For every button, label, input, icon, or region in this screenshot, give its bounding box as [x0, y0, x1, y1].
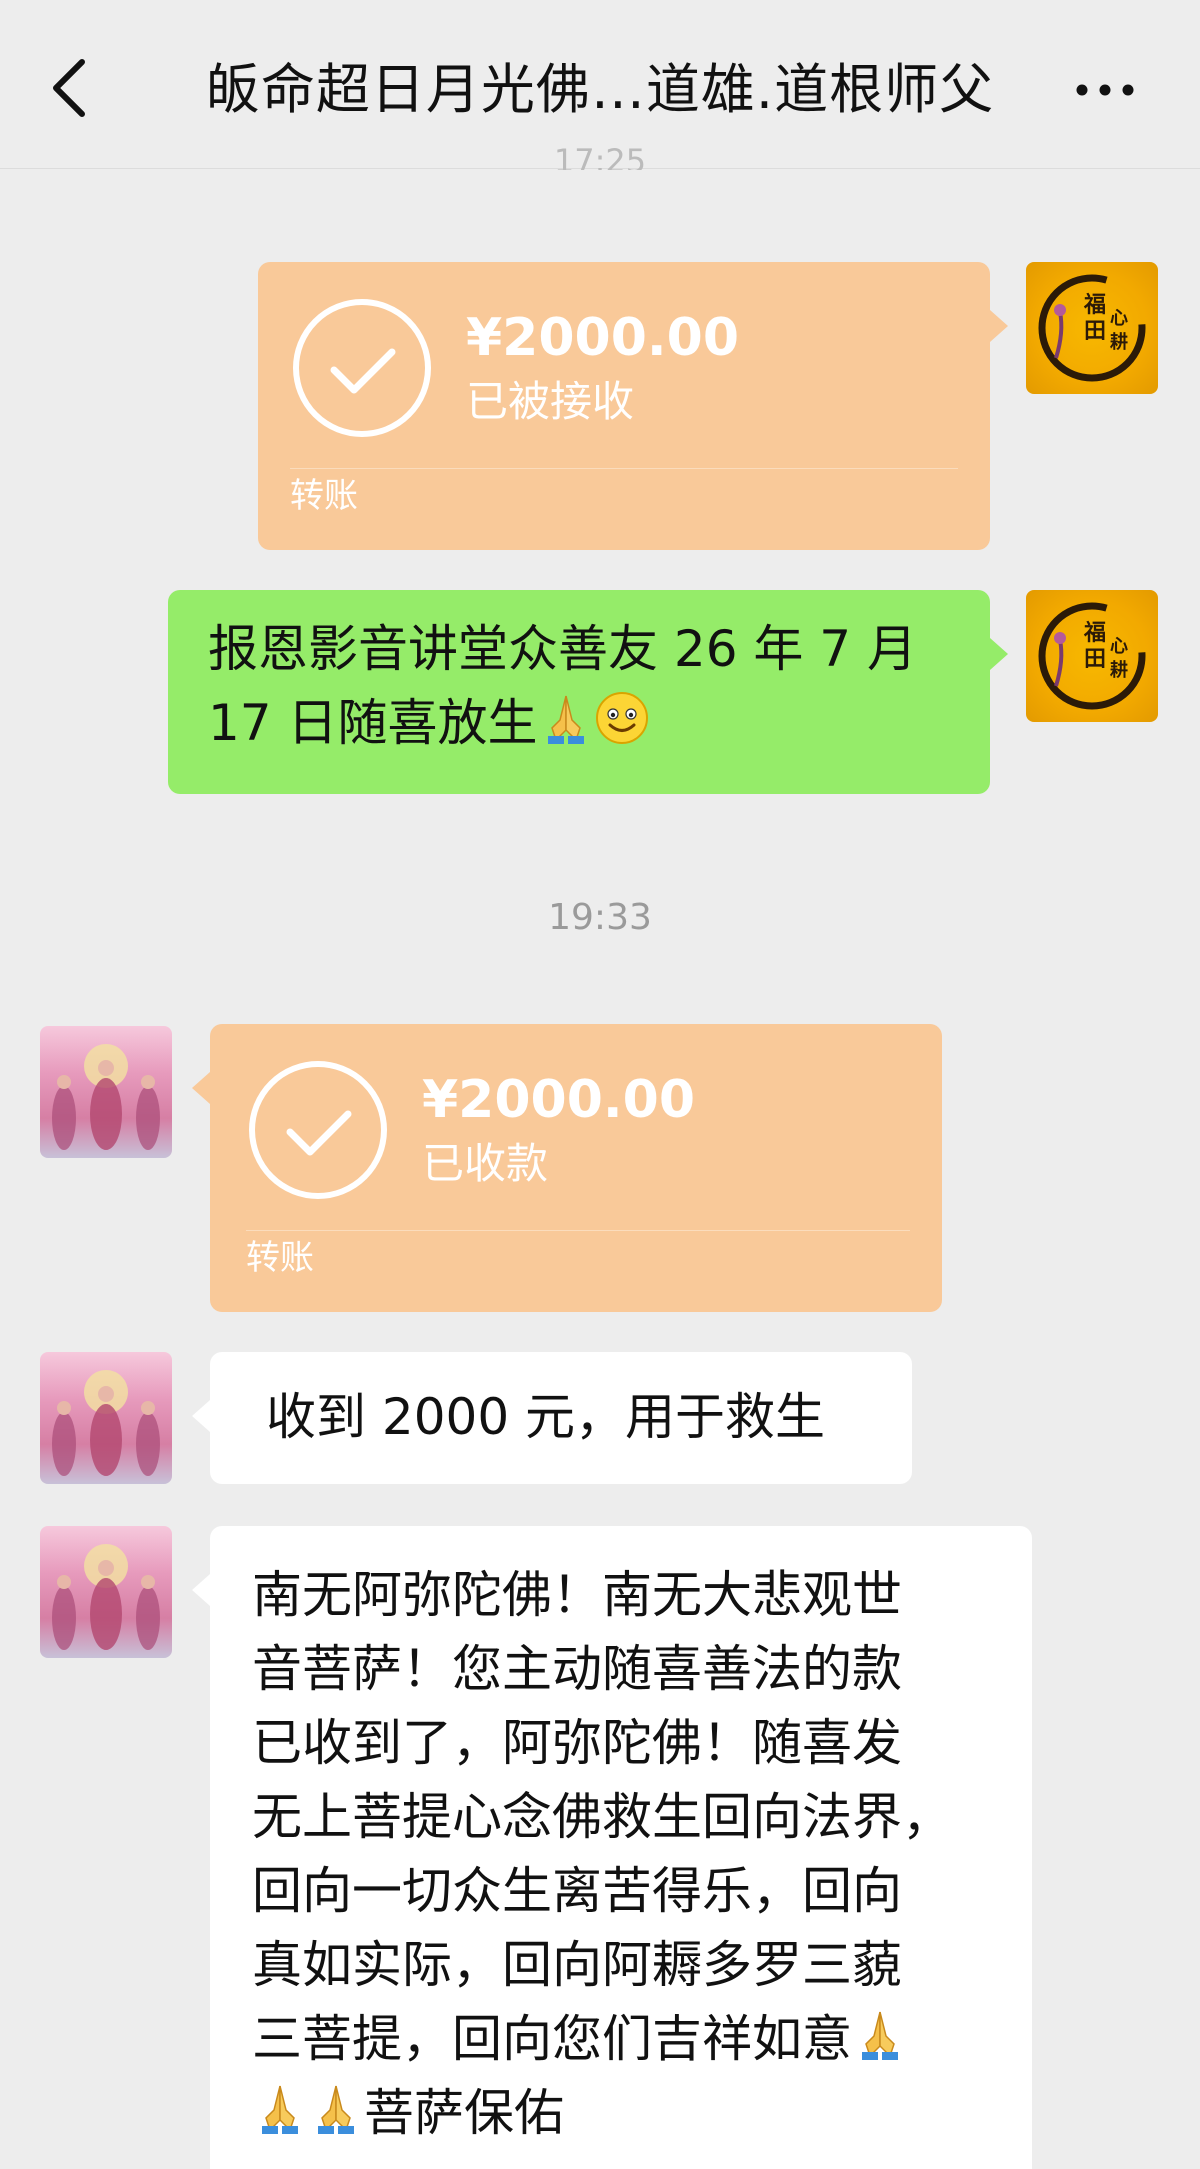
transfer-card-sent[interactable]: ¥2000.00 已被接收 转账 — [258, 262, 1008, 550]
message-line-with-emoji: 三菩提，回向您们吉祥如意 — [252, 2002, 1032, 2076]
message-line: 无上菩提心念佛救生回向法界， — [252, 1788, 952, 1846]
chat-title: 皈命超日月光佛…道雄.道根师父 — [205, 58, 995, 121]
bubble-tail — [990, 310, 1008, 342]
seal-logo-icon: 福 田 心 耕 — [1038, 274, 1146, 382]
transfer-kind: 转账 — [246, 1238, 314, 1278]
contact-avatar[interactable] — [40, 1026, 172, 1158]
text-bubble-sent[interactable]: 报恩影音讲堂众善友 26 年 7 月 17 日随喜放生 — [168, 590, 1008, 794]
buddha-figures-image — [52, 1544, 160, 1650]
transfer-card-received[interactable]: ¥2000.00 已收款 转账 — [192, 1024, 942, 1312]
check-circle-icon — [249, 1061, 387, 1199]
bubble-tail — [192, 1400, 210, 1432]
my-avatar[interactable]: 福 田 心 耕 — [1026, 262, 1158, 394]
faded-timestamp: 17:25 — [553, 142, 647, 170]
svg-text:福: 福 — [1083, 620, 1106, 646]
svg-text:田: 田 — [1084, 646, 1106, 672]
transfer-status: 已收款 — [422, 1139, 549, 1188]
text-bubble-received[interactable]: 收到 2000 元，用于救生 — [192, 1352, 912, 1484]
seal-logo-icon: 福 田 心 耕 — [1038, 602, 1146, 710]
smile-emoji-icon — [595, 692, 648, 744]
chat-screen: 皈命超日月光佛…道雄.道根师父 17:25 福 田 心 耕 ¥2000.00 已… — [0, 0, 1200, 2169]
message-text-line: 报恩影音讲堂众善友 26 年 7 月 — [208, 620, 918, 678]
pray-hands-icon — [318, 2085, 354, 2134]
more-horizontal-icon — [1076, 84, 1134, 96]
timestamp: 19:33 — [548, 897, 652, 938]
transfer-divider — [246, 1230, 910, 1231]
buddha-figures-image — [52, 1044, 160, 1150]
transfer-amount: ¥2000.00 — [422, 1070, 696, 1130]
svg-text:福: 福 — [1083, 292, 1106, 318]
back-button[interactable] — [40, 48, 100, 128]
svg-text:田: 田 — [1084, 318, 1106, 344]
pray-hands-icon — [862, 2011, 898, 2060]
message-line: 三菩提，回向您们吉祥如意 — [252, 2010, 852, 2068]
transfer-kind: 转账 — [290, 476, 358, 516]
pray-hands-icon — [547, 695, 584, 744]
message-text-line-with-emoji: 17 日随喜放生 — [208, 686, 950, 760]
message-text: 收到 2000 元，用于救生 — [266, 1388, 826, 1446]
svg-text:耕: 耕 — [1110, 659, 1128, 681]
bubble-tail — [192, 1072, 210, 1104]
buddha-figures-image — [52, 1370, 160, 1476]
transfer-divider — [290, 468, 958, 469]
more-button[interactable] — [1070, 60, 1140, 120]
chevron-left-icon — [53, 59, 85, 117]
svg-text:耕: 耕 — [1110, 331, 1128, 353]
svg-text:心: 心 — [1110, 308, 1128, 329]
message-text: 17 日随喜放生 — [208, 694, 538, 752]
bubble-tail — [990, 638, 1008, 670]
svg-text:心: 心 — [1110, 636, 1128, 657]
text-bubble-received-long[interactable]: 南无阿弥陀佛！南无大悲观世 音菩萨！您主动随喜善法的款 已收到了，阿弥陀佛！随喜… — [192, 1526, 1032, 2169]
message-line: 菩萨保佑 — [364, 2084, 564, 2142]
message-line: 音菩萨！您主动随喜善法的款 — [252, 1640, 902, 1698]
message-line: 南无阿弥陀佛！南无大悲观世 — [252, 1566, 902, 1624]
my-avatar[interactable]: 福 田 心 耕 — [1026, 590, 1158, 722]
contact-avatar[interactable] — [40, 1526, 172, 1658]
pray-hands-icon — [262, 2085, 298, 2134]
bubble-tail — [192, 1574, 210, 1606]
message-line: 已收到了，阿弥陀佛！随喜发 — [252, 1714, 902, 1772]
message-line-with-emoji: 菩萨保佑 — [252, 2076, 1032, 2150]
transfer-status: 已被接收 — [466, 377, 635, 426]
message-line: 真如实际，回向阿耨多罗三藐 — [252, 1936, 902, 1994]
contact-avatar[interactable] — [40, 1352, 172, 1484]
transfer-amount: ¥2000.00 — [466, 308, 740, 368]
check-circle-icon — [293, 299, 431, 437]
message-line: 回向一切众生离苦得乐，回向 — [252, 1862, 902, 1920]
